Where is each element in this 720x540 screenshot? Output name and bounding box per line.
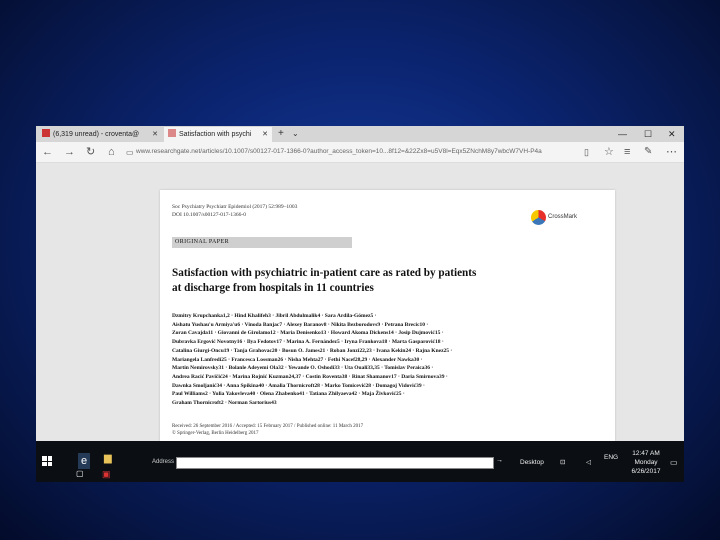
forward-icon[interactable]: → [64,144,75,160]
minimize-icon[interactable]: — [618,127,627,141]
crossmark-badge[interactable]: CrossMark [531,210,583,226]
close-tab-icon[interactable]: ✕ [152,127,158,142]
author-line: Martin Nemirovsky31 · Bolanle Adeyemi Ol… [172,365,434,372]
notes-icon[interactable]: ✎ [644,144,652,160]
pdf-page: Soc Psychiatry Psychiatr Epidemiol (2017… [160,190,615,441]
search-icon[interactable]: ▢ [76,469,84,478]
tab-mail[interactable]: (6,319 unread) - croventa@ ✕ [38,127,162,142]
store-icon[interactable]: ▣ [102,469,111,480]
author-line: Graham Thornicroft2 · Norman Sartorius43 [172,400,277,407]
pdf-viewer: Soc Psychiatry Psychiatr Epidemiol (2017… [36,163,684,441]
author-line: Paul Williams2 · Yulia Yakovleva40 · Ole… [172,391,405,398]
clock-day: Monday [634,459,658,466]
section-label: ORIGINAL PAPER [172,237,352,248]
tab-paper[interactable]: Satisfaction with psychi ✕ [164,127,272,142]
author-line: Dawnka Smoljanić34 · Anna Spikina40 · Am… [172,382,425,389]
tab-label: (6,319 unread) - croventa@ [53,131,140,138]
paper-title: Satisfaction with psychiatric in-patient… [172,266,592,296]
received-dates: Received: 26 September 2016 / Accepted: … [172,423,552,437]
page-icon: ▭ [126,148,134,157]
crossmark-icon [531,210,546,225]
favorite-icon[interactable]: ☆ [604,144,614,160]
address-bar[interactable]: www.researchgate.net/articles/10.1007/s0… [136,145,578,158]
more-icon[interactable]: ⋯ [666,144,677,160]
go-arrow-icon[interactable]: → [496,457,503,464]
author-line: Dubravka Ergović Novotny16 · Ilya Fedoto… [172,339,444,346]
copyright-line: © Springer-Verlag, Berlin Heidelberg 201… [172,431,259,436]
author-line: Dzmitry Krupchanka1,2 · Hind Khalifeh3 ·… [172,313,377,319]
edge-icon[interactable]: e [78,453,91,469]
back-icon[interactable]: ← [42,144,53,160]
mail-icon [42,129,50,137]
file-explorer-icon[interactable]: ▆ [104,453,112,464]
title-line: at discharge from hospitals in 11 countr… [172,282,374,294]
language-indicator[interactable]: ENG [604,453,618,462]
close-tab-icon[interactable]: ✕ [262,127,268,142]
taskbar: e ▆ ▢ ▣ Address → Desktop ⊡ ◁ ENG 12:47 … [36,441,684,482]
received-line: Received: 26 September 2016 / Accepted: … [172,424,364,429]
author-list: Dzmitry Krupchanka1,2 · Hind Khalifeh3 ·… [172,312,572,408]
address-toolbar-label: Address [152,459,175,465]
close-window-icon[interactable]: ✕ [668,127,676,141]
tab-bar: (6,319 unread) - croventa@ ✕ Satisfactio… [36,126,684,142]
notifications-icon[interactable]: ▭ [670,458,678,467]
maximize-icon[interactable]: ☐ [644,127,652,141]
crossmark-label: CrossMark [548,214,578,220]
author-line: Aishatu Yushau'u Armiya'u6 · Vinoda Banj… [172,321,429,328]
author-line: Andrea Racić Pavičić24 · Marina Rojnić K… [172,373,448,380]
volume-icon[interactable]: ◁ [586,458,591,467]
clock-time: 12:47 AM [632,450,660,457]
hub-icon[interactable]: ≡ [624,144,630,160]
author-line: Mariangela Lanfredi25 · Francesca Lossma… [172,356,423,363]
journal-reference: Soc Psychiatry Psychiatr Epidemiol (2017… [172,204,298,210]
windows-start-icon[interactable] [42,456,52,466]
clock-date: 6/26/2017 [631,468,661,475]
reading-view-icon[interactable]: ▯ [584,144,589,160]
author-line: Catalina Giurgi-Oncu19 · Tanja Grahovac2… [172,347,453,354]
home-icon[interactable]: ⌂ [108,144,115,160]
chevron-down-icon[interactable]: ⌄ [292,127,299,141]
pdf-icon [168,129,176,137]
author-line: Zoran Cavajda11 · Giovanni de Girolamo12… [172,330,444,337]
refresh-icon[interactable]: ↻ [86,144,95,160]
network-icon[interactable]: ⊡ [560,458,565,467]
clock[interactable]: 12:47 AM Monday 6/26/2017 [626,449,666,476]
tab-label: Satisfaction with psychi [179,131,252,138]
desktop-toolbar-label[interactable]: Desktop [520,458,544,467]
title-line: Satisfaction with psychiatric in-patient… [172,267,477,279]
browser-window: (6,319 unread) - croventa@ ✕ Satisfactio… [36,126,684,482]
new-tab-icon[interactable]: + [278,127,284,141]
taskbar-address-input[interactable] [176,457,494,469]
doi: DOI 10.1007/s00127-017-1366-0 [172,212,246,218]
navigation-bar: ← → ↻ ⌂ ▭ www.researchgate.net/articles/… [36,142,684,163]
